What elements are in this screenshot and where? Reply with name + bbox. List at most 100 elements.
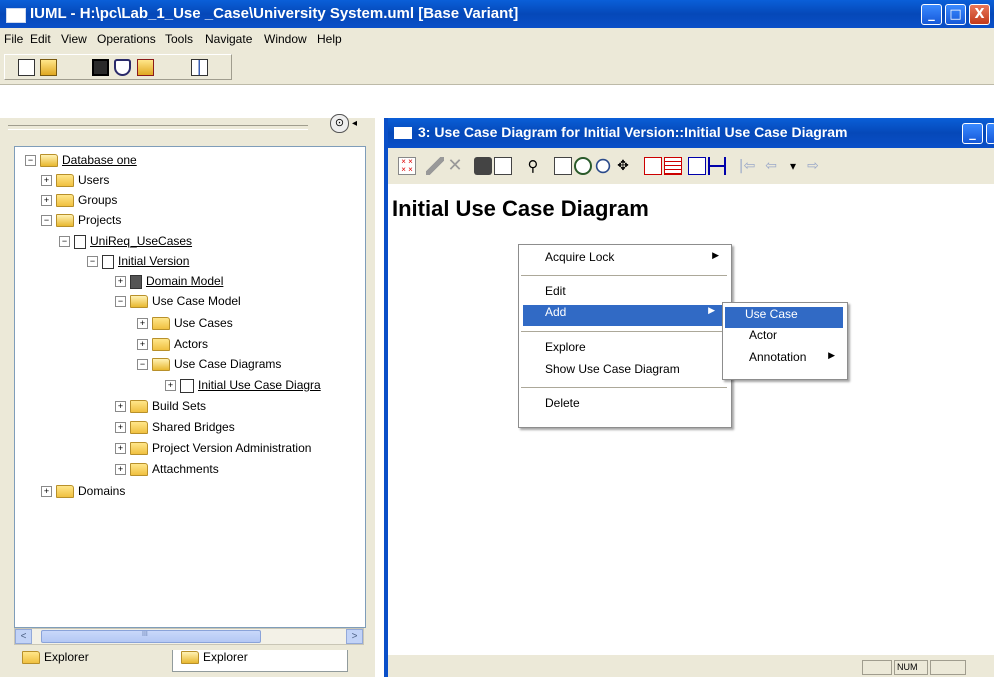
print-icon[interactable] <box>474 157 492 175</box>
move-icon[interactable]: ✥ <box>614 157 632 175</box>
expand-icon[interactable]: + <box>115 443 126 455</box>
explorer-tabs: Explorer Explorer <box>0 646 375 677</box>
menu-edit[interactable]: Edit <box>30 32 51 46</box>
menu-view[interactable]: View <box>61 32 87 46</box>
tree-node-domain-model[interactable]: + Domain Model <box>115 273 223 289</box>
app-title-bar[interactable]: IUML - H:\pc\Lab_1_Use _Case\University … <box>0 0 994 28</box>
collapse-icon[interactable]: − <box>25 155 36 167</box>
select-icon[interactable]: × × × × <box>398 157 416 175</box>
tree-node-database-one[interactable]: − Database one <box>25 152 137 168</box>
tree-node-project-version-administration[interactable]: + Project Version Administration <box>115 440 311 456</box>
first-icon[interactable]: |⇦ <box>738 157 756 175</box>
menu-item-use-case[interactable]: Use Case <box>725 307 843 328</box>
compare-icon[interactable] <box>191 59 208 76</box>
fit-page-icon[interactable] <box>554 157 572 175</box>
back-icon[interactable]: ⇦ <box>762 157 780 175</box>
tree-node-domains[interactable]: + Domains <box>41 483 125 499</box>
tree-node-actors[interactable]: + Actors <box>137 336 208 352</box>
menu-item-add[interactable]: Add ▶ <box>523 305 725 326</box>
panel-grip <box>8 125 308 130</box>
diagram-minimize-button[interactable]: _ <box>962 123 983 144</box>
collapse-icon[interactable]: − <box>59 236 70 248</box>
submenu-arrow-icon: ▶ <box>708 305 715 315</box>
shape-icon[interactable] <box>114 59 131 76</box>
tree-node-groups[interactable]: + Groups <box>41 192 117 208</box>
expand-icon[interactable]: + <box>165 380 176 392</box>
menu-item-delete[interactable]: Delete <box>519 396 729 417</box>
pen-icon[interactable] <box>426 157 444 175</box>
explorer-tree[interactable]: − Database one + Users + Groups − Projects −… <box>14 146 366 628</box>
menu-item-acquire-lock[interactable]: Acquire Lock ▶ <box>519 250 729 271</box>
open-folder-icon[interactable] <box>137 59 154 76</box>
print-preview-icon[interactable] <box>494 157 512 175</box>
collapse-icon[interactable]: − <box>137 359 148 371</box>
expand-icon[interactable]: + <box>115 276 126 288</box>
tree-node-build-sets[interactable]: + Build Sets <box>115 398 206 414</box>
scroll-thumb[interactable]: III <box>41 630 261 643</box>
expand-icon[interactable]: + <box>41 195 52 207</box>
width-icon[interactable] <box>708 157 726 175</box>
tree-node-projects[interactable]: − Projects <box>41 212 121 228</box>
close-button[interactable]: X <box>969 4 990 25</box>
expand-icon[interactable]: + <box>137 318 148 330</box>
tree-node-use-case-diagrams[interactable]: − Use Case Diagrams <box>137 356 281 372</box>
maximize-button[interactable]: □ <box>945 4 966 25</box>
menu-item-edit[interactable]: Edit <box>519 284 729 305</box>
grid-icon[interactable] <box>664 157 682 175</box>
open-icon[interactable] <box>40 59 57 76</box>
tree-node-shared-bridges[interactable]: + Shared Bridges <box>115 419 235 435</box>
expand-icon[interactable]: + <box>41 486 52 498</box>
menu-item-annotation[interactable]: Annotation ▶ <box>723 350 845 371</box>
tree-node-unireq-usecases[interactable]: − UniReq_UseCases <box>59 233 192 249</box>
save-icon[interactable] <box>92 59 109 76</box>
tree-node-attachments[interactable]: + Attachments <box>115 461 219 477</box>
delete-icon[interactable]: ✕ <box>446 157 464 175</box>
diagram-title-bar[interactable]: 3: Use Case Diagram for Initial Version:… <box>388 118 994 148</box>
menu-navigate[interactable]: Navigate <box>205 32 252 46</box>
expand-icon[interactable]: + <box>115 464 126 476</box>
folder-open-icon <box>56 214 74 228</box>
new-icon[interactable] <box>18 59 35 76</box>
expand-icon[interactable]: + <box>137 339 148 351</box>
zoom-out-icon[interactable] <box>595 158 611 174</box>
forward-icon[interactable]: ⇨ <box>804 157 822 175</box>
collapse-icon[interactable]: − <box>115 296 126 308</box>
expand-icon[interactable]: + <box>115 422 126 434</box>
collapse-icon[interactable]: − <box>87 256 98 268</box>
tree-node-initial-use-case-diagram[interactable]: + Initial Use Case Diagra <box>165 377 321 393</box>
tab-explorer-1[interactable]: Explorer <box>14 650 168 672</box>
tab-explorer-2[interactable]: Explorer <box>172 650 348 672</box>
align-icon[interactable] <box>644 157 662 175</box>
menu-item-explore[interactable]: Explore <box>519 340 729 361</box>
menu-item-show-use-case-diagram[interactable]: Show Use Case Diagram <box>519 362 729 383</box>
scroll-right-button[interactable]: > <box>346 629 363 644</box>
zoom-in-icon[interactable] <box>574 157 592 175</box>
tree-node-use-cases[interactable]: + Use Cases <box>137 315 233 331</box>
menu-window[interactable]: Window <box>264 32 307 46</box>
tree-node-users[interactable]: + Users <box>41 172 109 188</box>
menu-operations[interactable]: Operations <box>97 32 156 46</box>
tree-node-initial-version[interactable]: − Initial Version <box>87 253 189 269</box>
diagram-maximize-button[interactable] <box>986 123 994 144</box>
horizontal-scrollbar[interactable]: < III > <box>14 628 364 645</box>
menu-file[interactable]: File <box>4 32 23 46</box>
menu-item-actor[interactable]: Actor <box>723 328 845 349</box>
scroll-left-button[interactable]: < <box>15 629 32 644</box>
folder-icon <box>130 421 148 435</box>
tree-node-use-case-model[interactable]: − Use Case Model <box>115 293 241 309</box>
status-bar: NUM <box>388 655 994 677</box>
menu-tools[interactable]: Tools <box>165 32 193 46</box>
expand-icon[interactable]: + <box>41 175 52 187</box>
collapse-arrow-icon[interactable]: ◂ <box>352 118 357 129</box>
menu-help[interactable]: Help <box>317 32 342 46</box>
expand-icon[interactable]: + <box>115 401 126 413</box>
find-icon[interactable]: ⚲ <box>524 157 542 175</box>
dropdown-arrow-icon[interactable]: ▾ <box>784 157 802 175</box>
collapse-icon[interactable]: − <box>41 215 52 227</box>
submenu-arrow-icon: ▶ <box>828 350 835 360</box>
document-icon <box>74 234 86 249</box>
diagram-toolbar: × × × × ✕ ⚲ ✥ |⇦ ⇦ ▾ ⇨ <box>388 148 994 184</box>
pin-icon[interactable]: ⊙ <box>330 114 349 133</box>
box-select-icon[interactable] <box>688 157 706 175</box>
minimize-button[interactable]: _ <box>921 4 942 25</box>
